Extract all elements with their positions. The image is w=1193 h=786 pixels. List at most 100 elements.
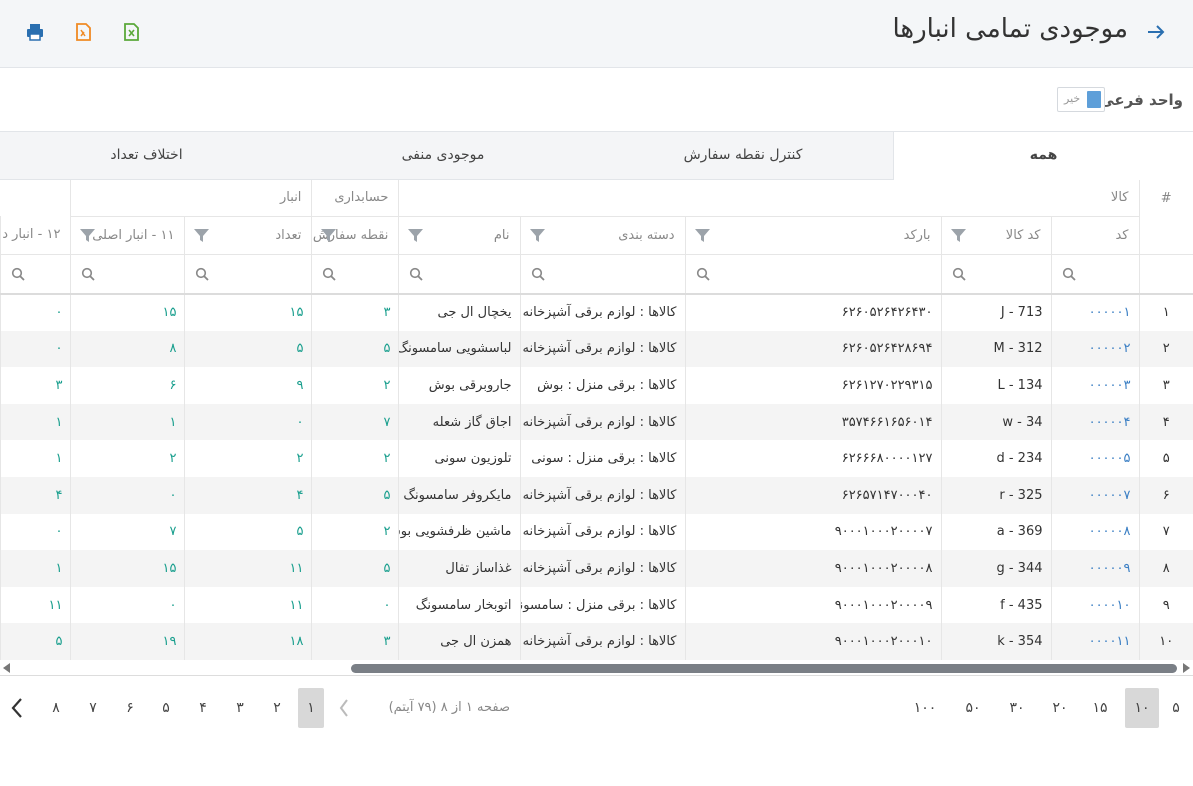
search-internal-warehouse[interactable] (0, 254, 71, 295)
table-row[interactable]: ۱۰ ۰۰۰۰۱۱ k - 354 ۹۰۰۰۱۰۰۰۲۰۰۰۱۰ کالاها … (0, 623, 1193, 660)
back-arrow-icon[interactable] (1144, 20, 1168, 44)
filter-icon[interactable] (79, 228, 96, 243)
col-name[interactable]: نام (398, 216, 520, 255)
row-index: ۱ (1138, 294, 1193, 331)
page-size-option[interactable]: ۲۰ (1043, 688, 1077, 728)
cell-main-warehouse: ۸ (70, 330, 185, 368)
horizontal-scrollbar[interactable] (0, 660, 1193, 676)
table-row[interactable]: ۹ ۰۰۰۰۱۰ f - 435 ۹۰۰۰۱۰۰۰۲۰۰۰۰۹ کالاها :… (0, 586, 1193, 624)
page-size-option[interactable]: ۱۵ (1083, 688, 1117, 728)
item-code-link[interactable]: ۰۰۰۰۰۷ (1050, 476, 1139, 514)
table-row[interactable]: ۴ ۰۰۰۰۰۴ w - 34 ۳۵۷۴۶۶۱۶۵۶۰۱۴ کالاها : ل… (0, 403, 1193, 441)
col-code[interactable]: کد (1050, 216, 1139, 255)
search-barcode[interactable] (684, 254, 941, 295)
search-count[interactable] (184, 254, 312, 295)
cell-category: کالاها : لوازم برقی آشپزخانه (519, 550, 685, 587)
page-button[interactable]: ۶ (117, 688, 143, 728)
tab-negative-stock[interactable]: موجودی منفی (293, 132, 593, 180)
next-page-icon[interactable] (6, 688, 28, 728)
filter-icon[interactable] (320, 228, 337, 243)
prev-page-icon[interactable] (334, 688, 354, 728)
row-index: ۹ (1138, 586, 1193, 624)
scroll-left-icon[interactable] (3, 663, 10, 673)
cell-item-code: k - 354 (940, 623, 1051, 660)
table-row[interactable]: ۶ ۰۰۰۰۰۷ r - 325 ۶۲۶۵۷۱۴۷۰۰۰۴۰ کالاها : … (0, 476, 1193, 514)
cell-category: کالاها : لوازم برقی آشپزخانه : سامسونگ (519, 330, 685, 368)
filter-icon[interactable] (407, 228, 424, 243)
filter-icon[interactable] (694, 228, 711, 243)
search-name[interactable] (398, 254, 520, 295)
page-button[interactable]: ۸ (43, 688, 69, 728)
col-internal-warehouse[interactable]: ۱۲ - انبار داخلی (0, 216, 71, 255)
search-icon (82, 267, 96, 281)
page-button[interactable]: ۴ (190, 688, 216, 728)
search-item-code[interactable] (940, 254, 1051, 295)
cell-count: ۴ (184, 476, 312, 514)
cell-item-code: L - 134 (940, 367, 1051, 404)
page-size-option[interactable]: ۱۰۰ (905, 688, 945, 728)
item-code-link[interactable]: ۰۰۰۰۰۲ (1050, 330, 1139, 368)
search-code[interactable] (1050, 254, 1139, 295)
col-name-label: نام (493, 227, 510, 243)
row-index: ۵ (1138, 440, 1193, 477)
table-row[interactable]: ۲ ۰۰۰۰۰۲ M - 312 ۶۲۶۰۵۲۶۴۲۸۶۹۴ کالاها : … (0, 330, 1193, 368)
cell-item-code: w - 34 (940, 403, 1051, 441)
cell-count: ۱۵ (184, 294, 312, 331)
col-count[interactable]: تعداد (184, 216, 312, 255)
table-row[interactable]: ۸ ۰۰۰۰۰۹ g - 344 ۹۰۰۰۱۰۰۰۲۰۰۰۰۸ کالاها :… (0, 550, 1193, 587)
item-code-link[interactable]: ۰۰۰۰۰۹ (1050, 550, 1139, 587)
tab-order-point-control[interactable]: کنترل نقطه سفارش (593, 132, 893, 180)
search-category[interactable] (519, 254, 685, 295)
cell-name: ماشین ظرفشویی بوش (398, 513, 520, 551)
cell-name: جاروبرقی بوش (398, 367, 520, 404)
page-size-option[interactable]: ۳۰ (1000, 688, 1034, 728)
excel-export-icon[interactable] (120, 21, 142, 43)
tab-count-difference[interactable]: اختلاف تعداد (0, 132, 293, 180)
search-order-point[interactable] (311, 254, 399, 295)
item-code-link[interactable]: ۰۰۰۰۰۴ (1050, 403, 1139, 441)
cell-barcode: ۶۲۶۵۷۱۴۷۰۰۰۴۰ (684, 476, 941, 514)
scrollbar-thumb[interactable] (351, 664, 1177, 673)
tab-all[interactable]: همه (893, 132, 1193, 181)
subunit-row: واحد فرعی (0, 69, 1193, 131)
table-row[interactable]: ۱ ۰۰۰۰۰۱ J - 713 ۶۲۶۰۵۲۶۴۲۶۴۳۰ کالاها : … (0, 294, 1193, 331)
table-row[interactable]: ۷ ۰۰۰۰۰۸ a - 369 ۹۰۰۰۱۰۰۰۲۰۰۰۰۷ کالاها :… (0, 513, 1193, 551)
item-code-link[interactable]: ۰۰۰۰۰۱ (1050, 294, 1139, 331)
col-item-code[interactable]: کد کالا (940, 216, 1051, 255)
table-row[interactable]: ۳ ۰۰۰۰۰۳ L - 134 ۶۲۶۱۲۷۰۲۲۹۳۱۵ کالاها : … (0, 367, 1193, 404)
col-category[interactable]: دسته بندی (519, 216, 685, 255)
page-size-option[interactable]: ۵۰ (956, 688, 990, 728)
cell-order-point: ۲ (311, 513, 399, 551)
pdf-export-icon[interactable] (72, 21, 94, 43)
col-order-point[interactable]: نقطه سفارش (311, 216, 399, 255)
filter-icon[interactable] (950, 228, 967, 243)
cell-order-point: ۵ (311, 330, 399, 368)
item-code-link[interactable]: ۰۰۰۰۱۰ (1050, 586, 1139, 624)
cell-barcode: ۶۲۶۶۶۸۰۰۰۰۱۲۷ (684, 440, 941, 477)
page-button[interactable]: ۷ (80, 688, 106, 728)
print-icon[interactable] (24, 21, 46, 43)
filter-icon[interactable] (193, 228, 210, 243)
col-barcode[interactable]: بارکد (684, 216, 941, 255)
page-button[interactable]: ۳ (227, 688, 253, 728)
page-size-option-selected[interactable]: ۱۰ (1125, 688, 1159, 728)
search-main-warehouse[interactable] (70, 254, 185, 295)
filter-icon[interactable] (529, 228, 546, 243)
cell-category: کالاها : لوازم برقی آشپزخانه (519, 403, 685, 441)
page-button[interactable]: ۲ (264, 688, 290, 728)
item-code-link[interactable]: ۰۰۰۰۰۸ (1050, 513, 1139, 551)
page-button-current[interactable]: ۱ (298, 688, 324, 728)
page-size-option[interactable]: ۵ (1163, 688, 1189, 728)
subunit-toggle[interactable]: خیر (1057, 87, 1105, 112)
table-row[interactable]: ۵ ۰۰۰۰۰۵ d - 234 ۶۲۶۶۶۸۰۰۰۰۱۲۷ کالاها : … (0, 440, 1193, 477)
row-index: ۴ (1138, 403, 1193, 441)
col-main-warehouse[interactable]: ۱۱ - انبار اصلی (70, 216, 185, 255)
item-code-link[interactable]: ۰۰۰۰۰۵ (1050, 440, 1139, 477)
page-button[interactable]: ۵ (153, 688, 179, 728)
cell-internal-warehouse: ۰ (0, 294, 71, 331)
item-code-link[interactable]: ۰۰۰۰۰۳ (1050, 367, 1139, 404)
scroll-right-icon[interactable] (1183, 663, 1190, 673)
cell-barcode: ۹۰۰۰۱۰۰۰۲۰۰۰۰۸ (684, 550, 941, 587)
item-code-link[interactable]: ۰۰۰۰۱۱ (1050, 623, 1139, 660)
cell-barcode: ۹۰۰۰۱۰۰۰۲۰۰۰۱۰ (684, 623, 941, 660)
